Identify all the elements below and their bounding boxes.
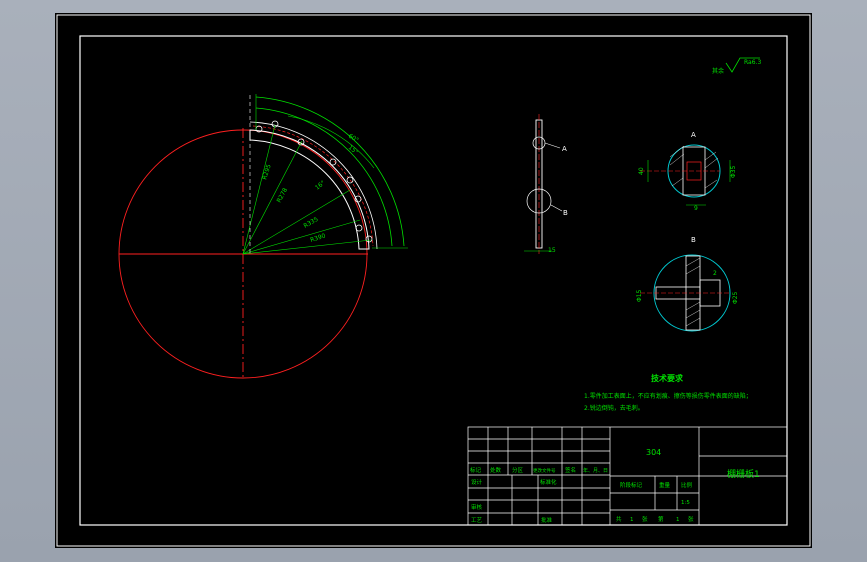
width-dim: 15	[548, 247, 556, 254]
drawing-sheet	[55, 13, 812, 548]
role-review: 审核	[471, 503, 483, 511]
dim-b-2: 2	[713, 270, 717, 277]
sheets-total: 1	[630, 517, 634, 523]
role-design: 设计	[471, 478, 483, 486]
cad-drawing[interactable]: 其余 Ra6.3 R295 R278 R335 R390 16° 60° 15°…	[0, 0, 867, 562]
header-mark: 标记	[470, 466, 482, 474]
header-count: 处数	[490, 466, 502, 474]
role-process: 工艺	[471, 517, 483, 524]
callout-b: B	[563, 209, 568, 217]
stage-mark: 阶段标记	[620, 481, 643, 489]
sheets-page-label: 第	[658, 515, 664, 523]
tech-title: 技术要求	[651, 373, 684, 383]
roughness-value: Ra6.3	[744, 59, 761, 66]
cad-viewport[interactable]: 其余 Ra6.3 R295 R278 R335 R390 16° 60° 15°…	[0, 0, 867, 562]
detail-b-title: B	[691, 236, 696, 244]
material-value: 304	[646, 448, 661, 457]
header-doc: 更改文件号	[533, 467, 556, 474]
dim-b-dia25: Φ25	[732, 291, 739, 304]
sheets-page-unit: 张	[688, 515, 694, 523]
tech-item-2: 2.锐边倒钝，去毛刺。	[584, 404, 644, 412]
tech-item-1: 1.零件加工表面上，不应有划痕、擦伤等损伤零件表面的缺陷；	[584, 392, 752, 400]
dim-a-dia35: Φ35	[730, 165, 737, 178]
header-sign: 签名	[565, 466, 576, 474]
part-name: 棚栅板1	[727, 468, 760, 480]
detail-a-title: A	[691, 131, 696, 139]
header-date: 年、月、日	[583, 467, 608, 474]
dim-b-dia15: Φ15	[636, 289, 643, 302]
dim-a-40: 40	[638, 167, 645, 175]
sheets-total-label: 共	[616, 515, 622, 523]
sheets-page: 1	[676, 517, 680, 523]
header-zone: 分区	[512, 466, 524, 474]
roughness-prefix: 其余	[712, 67, 724, 75]
callout-a: A	[562, 145, 567, 153]
scale-value: 1:5	[681, 500, 690, 506]
scale-label: 比例	[681, 481, 693, 489]
weight-label: 重量	[659, 481, 671, 489]
sheets-total-unit: 张	[642, 515, 648, 523]
dim-a-9: 9	[694, 205, 698, 212]
role-approve: 批准	[541, 516, 553, 524]
role-standard: 标准化	[540, 478, 557, 486]
